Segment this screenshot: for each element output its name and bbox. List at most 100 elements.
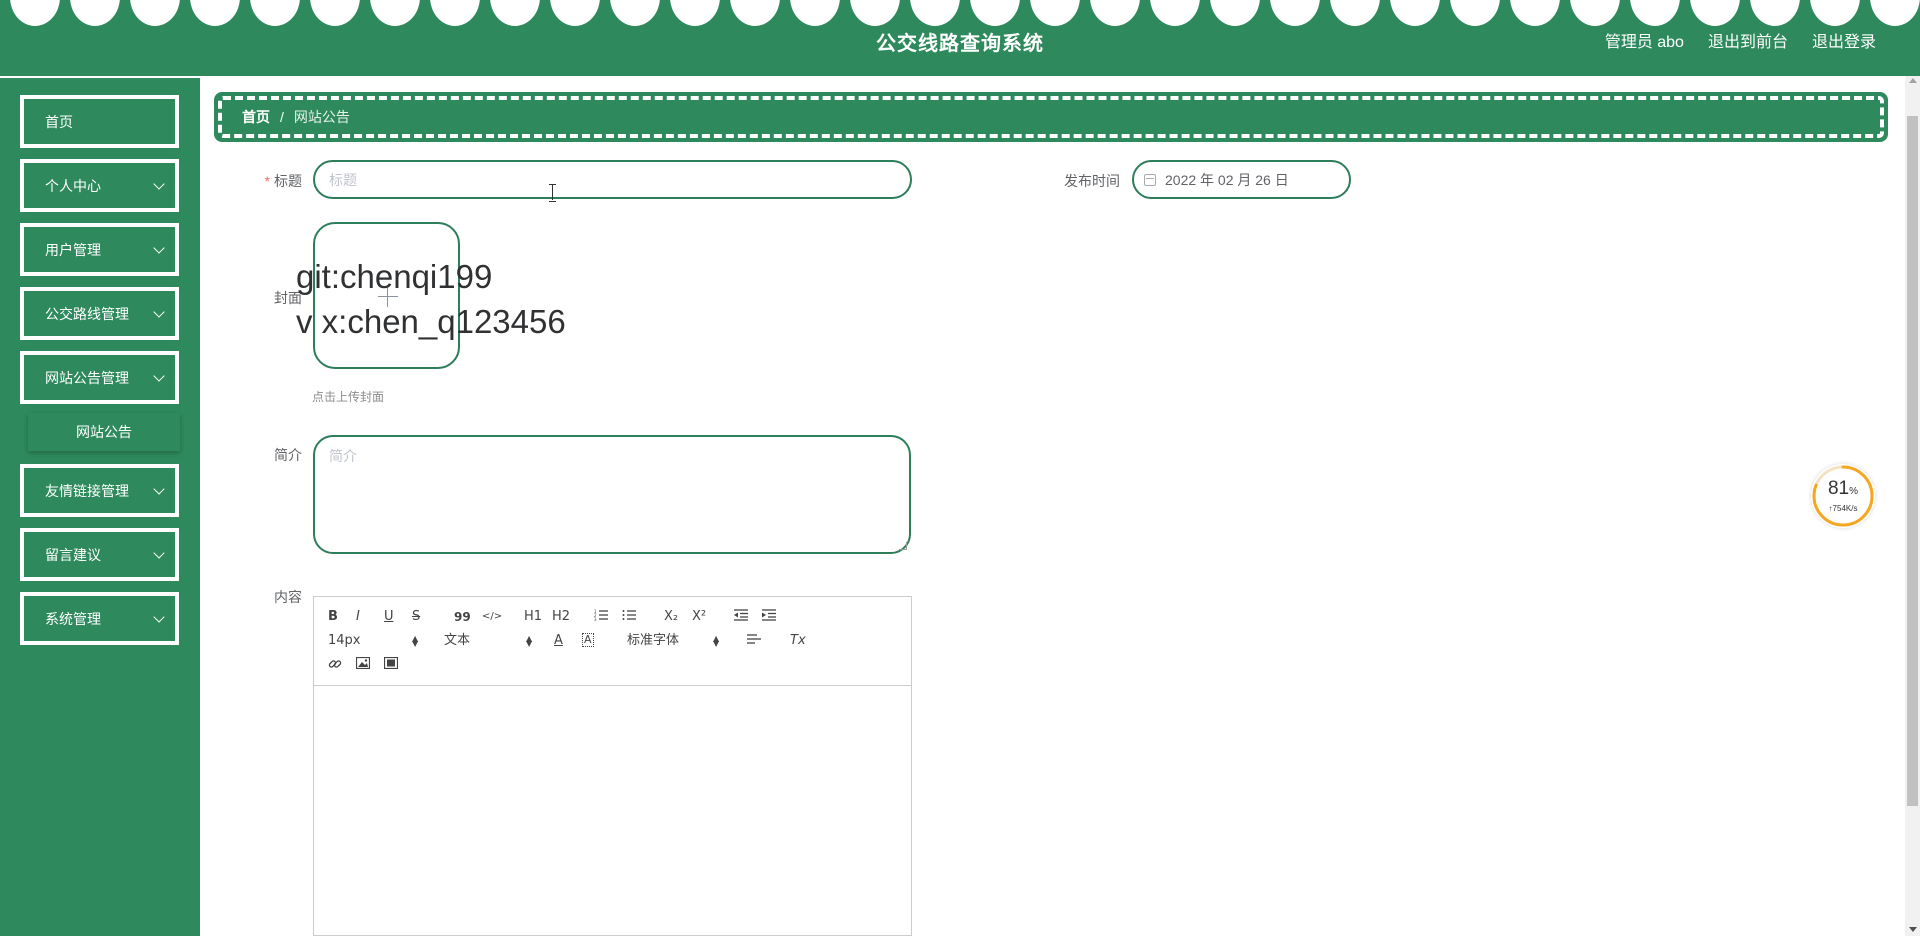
- scallop-shape: [1210, 0, 1260, 26]
- scallop-shape: [1390, 0, 1440, 26]
- font-size-select[interactable]: 14px ▲ ▼: [328, 633, 418, 649]
- editor-content-area[interactable]: [314, 686, 911, 935]
- align-icon[interactable]: [747, 633, 761, 650]
- title-input[interactable]: 标题: [313, 160, 912, 199]
- page-scrollbar[interactable]: [1905, 76, 1920, 936]
- sidebar-item-label: 个人中心: [45, 177, 101, 194]
- publish-date-picker[interactable]: 2022 年 02 月 26 日: [1132, 160, 1351, 199]
- sidebar-item-system-management[interactable]: 系统管理: [20, 592, 179, 645]
- sidebar-subitem-label: 网站公告: [76, 424, 132, 440]
- breadcrumb-current: 网站公告: [293, 109, 350, 125]
- outdent-icon[interactable]: [734, 609, 748, 626]
- sidebar-item-feedback[interactable]: 留言建议: [20, 528, 179, 581]
- watermark-line-1: git:chenqi199: [296, 258, 493, 295]
- sidebar-subitem-announcement[interactable]: 网站公告: [28, 413, 180, 451]
- scroll-down-arrow-icon[interactable]: [1909, 927, 1917, 932]
- h2-icon[interactable]: H2: [552, 609, 570, 625]
- font-color-icon[interactable]: A: [554, 633, 563, 649]
- clean-icon[interactable]: Tx: [790, 633, 806, 649]
- sidebar-item-label: 友情链接管理: [45, 482, 129, 499]
- header-select-value: 文本: [444, 633, 471, 648]
- header-select[interactable]: 文本 ▲ ▼: [444, 633, 534, 649]
- strike-icon[interactable]: S: [412, 609, 420, 625]
- scallop-shape: [1030, 0, 1080, 26]
- sidebar-item-label: 网站公告管理: [45, 369, 129, 386]
- link-icon[interactable]: [328, 657, 342, 676]
- sidebar-item-label: 公交路线管理: [45, 305, 129, 322]
- sidebar-item-home[interactable]: 首页: [20, 95, 179, 148]
- chevron-down-icon: [153, 242, 165, 254]
- scallop-shape: [130, 0, 180, 26]
- scallop-shape: [70, 0, 120, 26]
- scallop-shape: [1510, 0, 1560, 26]
- top-header: 公交线路查询系统 管理员 abo 退出到前台 退出登录: [0, 0, 1920, 76]
- select-arrows-icon: ▲ ▼: [526, 634, 533, 648]
- scallop-shape: [1690, 0, 1740, 26]
- scallop-shape: [10, 0, 60, 26]
- scallop-shape: [910, 0, 960, 26]
- subscript-icon[interactable]: X₂: [664, 609, 678, 625]
- sidebar-item-label: 系统管理: [45, 610, 101, 627]
- indent-icon[interactable]: [762, 609, 776, 626]
- blockquote-icon[interactable]: 99: [454, 609, 471, 625]
- scallop-shape: [1270, 0, 1320, 26]
- scroll-up-arrow-icon[interactable]: [1909, 78, 1917, 83]
- code-block-icon[interactable]: </>: [482, 609, 502, 625]
- ordered-list-icon[interactable]: 123: [594, 609, 608, 626]
- content-label: 内容: [274, 589, 302, 605]
- background-color-icon[interactable]: A: [582, 633, 594, 647]
- sidebar-item-announcement-management[interactable]: 网站公告管理: [20, 351, 179, 404]
- intro-label: 简介: [274, 447, 302, 463]
- bullet-list-icon[interactable]: [622, 609, 636, 626]
- resize-handle-icon[interactable]: [899, 542, 907, 550]
- select-arrows-icon: ▲ ▼: [713, 634, 720, 648]
- scallop-shape: [190, 0, 240, 26]
- chevron-down-icon: [153, 306, 165, 318]
- required-asterisk: *: [264, 173, 270, 189]
- sidebar-item-friend-links-management[interactable]: 友情链接管理: [20, 464, 179, 517]
- italic-icon[interactable]: I: [356, 609, 360, 625]
- intro-textarea[interactable]: 简介: [313, 435, 911, 554]
- scallop-shape: [1810, 0, 1860, 26]
- admin-user-label[interactable]: 管理员 abo: [1605, 28, 1684, 52]
- bold-icon[interactable]: B: [328, 609, 338, 625]
- scallop-shape: [430, 0, 480, 26]
- scallop-shape: [730, 0, 780, 26]
- superscript-icon[interactable]: X²: [692, 609, 706, 625]
- rich-text-editor: B I U S 99 </> H1 H2 123 X₂ X² 14px ▲ ▼ 文…: [313, 596, 912, 936]
- scallop-shape: [610, 0, 660, 26]
- calendar-icon: [1144, 173, 1156, 186]
- sidebar-item-personal-center[interactable]: 个人中心: [20, 159, 179, 212]
- sidebar-item-bus-route-management[interactable]: 公交路线管理: [20, 287, 179, 340]
- font-size-value: 14px: [328, 633, 361, 648]
- scallop-shape: [1870, 0, 1920, 26]
- chevron-down-icon: [153, 547, 165, 559]
- chevron-down-icon: [153, 370, 165, 382]
- exit-to-front-link[interactable]: 退出到前台: [1708, 28, 1788, 52]
- breadcrumb-home[interactable]: 首页: [242, 107, 270, 127]
- scallop-shape: [1570, 0, 1620, 26]
- video-icon[interactable]: [383, 656, 399, 674]
- scallop-shape: [670, 0, 720, 26]
- intro-placeholder: 简介: [329, 448, 357, 464]
- scallop-shape: [370, 0, 420, 26]
- scallop-shape: [490, 0, 540, 26]
- scallop-shape: [850, 0, 900, 26]
- logout-link[interactable]: 退出登录: [1812, 28, 1876, 52]
- breadcrumb-separator: /: [280, 109, 284, 125]
- font-family-select[interactable]: 标准字体 ▲ ▼: [627, 633, 727, 649]
- h1-icon[interactable]: H1: [524, 609, 542, 625]
- publish-time-label: 发布时间: [1064, 173, 1120, 189]
- percent-sign: %: [1849, 486, 1859, 497]
- scroll-thumb[interactable]: [1907, 116, 1918, 806]
- underline-icon[interactable]: U: [384, 609, 394, 625]
- watermark-line-2: v x:chen_q123456: [296, 303, 566, 340]
- image-icon[interactable]: [355, 656, 371, 674]
- network-speed-widget[interactable]: 81% ↑754K/s: [1811, 464, 1875, 528]
- chevron-down-icon: [153, 611, 165, 623]
- title-label-text: 标题: [274, 173, 302, 189]
- scallop-shape: [550, 0, 600, 26]
- select-arrows-icon: ▲ ▼: [412, 634, 419, 648]
- font-family-value: 标准字体: [627, 633, 680, 648]
- sidebar-item-user-management[interactable]: 用户管理: [20, 223, 179, 276]
